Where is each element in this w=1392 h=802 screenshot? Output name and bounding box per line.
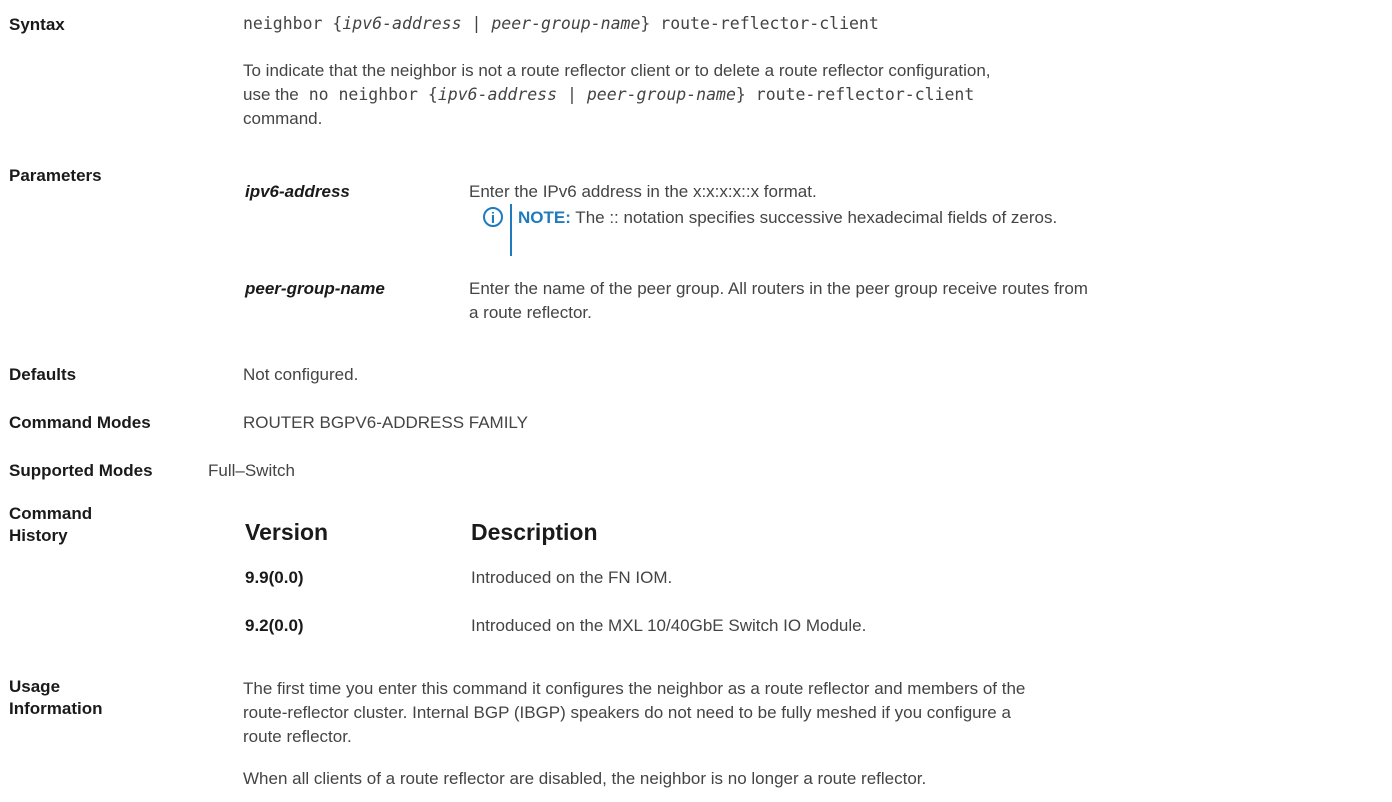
syntax-label: Syntax: [9, 15, 65, 34]
param-desc-peer-group-line2: a route reflector.: [469, 303, 592, 322]
history-row-description: Introduced on the MXL 10/40GbE Switch IO…: [471, 616, 867, 635]
supported-modes-value: Full–Switch: [208, 461, 295, 480]
syntax-desc-line1: To indicate that the neighbor is not a r…: [243, 61, 991, 80]
usage-p1-line2: route-reflector cluster. Internal BGP (I…: [243, 703, 1011, 722]
history-row-description: Introduced on the FN IOM.: [471, 568, 673, 587]
history-row-version: 9.2(0.0): [245, 616, 304, 635]
supported-modes-label: Supported Modes: [9, 461, 153, 480]
usage-label-line2: Information: [9, 699, 103, 718]
history-col-version: Version: [245, 519, 329, 545]
usage-label-line1: Usage: [9, 677, 61, 696]
info-icon: i: [483, 207, 503, 227]
command-history-label-line2: History: [9, 526, 68, 545]
defaults-value: Not configured.: [243, 365, 359, 384]
note-text: NOTE: The :: notation specifies successi…: [518, 208, 1058, 227]
defaults-label: Defaults: [9, 365, 77, 384]
note-bar: [510, 204, 512, 256]
param-term-peer-group-name: peer-group-name: [245, 279, 385, 298]
parameters-label: Parameters: [9, 166, 102, 185]
syntax-desc-line3: command.: [243, 109, 323, 128]
history-row-version: 9.9(0.0): [245, 568, 304, 587]
command-history-label-line1: Command: [9, 504, 93, 523]
history-col-description: Description: [471, 519, 598, 545]
command-modes-value: ROUTER BGPV6-ADDRESS FAMILY: [243, 413, 528, 432]
usage-p2: When all clients of a route reflector ar…: [243, 769, 927, 788]
param-term-ipv6-address: ipv6-address: [245, 182, 350, 201]
param-desc-peer-group-line1: Enter the name of the peer group. All ro…: [469, 279, 1088, 298]
usage-p1-line1: The first time you enter this command it…: [243, 679, 1026, 698]
command-modes-label: Command Modes: [9, 413, 151, 432]
syntax-desc-line2: use the no neighbor {ipv6-address | peer…: [243, 85, 975, 104]
param-desc-ipv6-address: Enter the IPv6 address in the x:x:x:x::x…: [469, 182, 817, 201]
syntax-command: neighbor {ipv6-address | peer-group-name…: [243, 14, 879, 33]
usage-p1-line3: route reflector.: [243, 727, 352, 746]
